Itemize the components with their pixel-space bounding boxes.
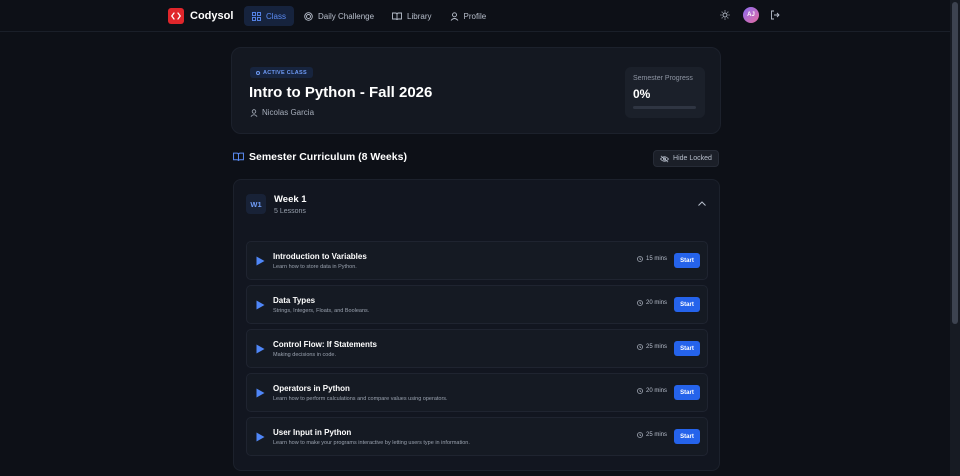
lesson-description: Learn how to make your programs interact… xyxy=(273,440,470,446)
duration-text: 15 mins xyxy=(645,256,667,262)
nav-label: Class xyxy=(266,11,287,21)
lesson-item[interactable]: Control Flow: If Statements Making decis… xyxy=(246,329,708,368)
nav-item-library[interactable]: Library xyxy=(384,6,439,26)
week-lesson-count: 5 Lessons xyxy=(274,208,306,215)
instructor-name: Nicolas Garcia xyxy=(262,108,315,117)
start-button[interactable]: Start xyxy=(674,297,700,312)
brand-logo[interactable]: Codysol xyxy=(168,8,233,24)
status-badge: ACTIVE CLASS xyxy=(250,67,313,78)
lesson-item[interactable]: User Input in Python Learn how to make y… xyxy=(246,417,708,456)
clock-icon xyxy=(637,256,643,262)
logout-icon[interactable] xyxy=(770,10,780,20)
lesson-item[interactable]: Data Types Strings, Integers, Floats, an… xyxy=(246,285,708,324)
eye-off-icon xyxy=(660,155,670,162)
lesson-title: Data Types xyxy=(273,296,316,305)
lesson-item[interactable]: Operators in Python Learn how to perform… xyxy=(246,373,708,412)
lesson-description: Strings, Integers, Floats, and Booleans. xyxy=(273,308,370,314)
scrollbar[interactable] xyxy=(950,0,960,476)
start-button[interactable]: Start xyxy=(674,253,700,268)
progress-label: Semester Progress xyxy=(633,75,693,82)
code-icon xyxy=(168,8,184,24)
nav-label: Library xyxy=(407,11,432,21)
lesson-duration: 25 mins xyxy=(637,432,667,438)
instructor: Nicolas Garcia xyxy=(250,108,314,117)
week-card: W1 Week 1 5 Lessons Introduction to Vari… xyxy=(233,179,720,471)
class-hero-card: ACTIVE CLASS Intro to Python - Fall 2026… xyxy=(231,47,721,134)
duration-text: 20 mins xyxy=(645,300,667,306)
play-icon xyxy=(256,300,265,310)
lesson-item[interactable]: Introduction to Variables Learn how to s… xyxy=(246,241,708,280)
play-icon xyxy=(256,432,265,442)
top-actions: AJ xyxy=(720,7,780,23)
clock-icon xyxy=(637,344,643,350)
clock-icon xyxy=(637,300,643,306)
duration-text: 25 mins xyxy=(645,432,667,438)
lesson-duration: 15 mins xyxy=(637,256,667,262)
start-button[interactable]: Start xyxy=(674,385,700,400)
week-title: Week 1 xyxy=(274,194,307,205)
lesson-title: Introduction to Variables xyxy=(273,252,367,261)
hide-locked-button[interactable]: Hide Locked xyxy=(653,150,719,167)
lesson-list: Introduction to Variables Learn how to s… xyxy=(246,241,708,461)
curriculum-heading: Semester Curriculum (8 Weeks) xyxy=(233,151,407,163)
badge-label: ACTIVE CLASS xyxy=(263,69,307,76)
user-icon xyxy=(250,108,258,117)
play-icon xyxy=(256,256,265,266)
lesson-description: Making decisions in code. xyxy=(273,352,336,358)
book-icon xyxy=(392,12,402,20)
avatar[interactable]: AJ xyxy=(743,7,759,23)
lesson-description: Learn how to perform calculations and co… xyxy=(273,396,448,402)
main-nav: Class Daily Challenge Library Profile xyxy=(244,6,496,26)
user-icon xyxy=(450,11,458,21)
week-badge: W1 xyxy=(246,194,266,214)
progress-value: 0% xyxy=(633,87,651,101)
book-open-icon xyxy=(233,152,244,161)
semester-progress-card: Semester Progress 0% xyxy=(625,67,705,118)
lesson-title: User Input in Python xyxy=(273,428,352,437)
lesson-description: Learn how to store data in Python. xyxy=(273,264,357,270)
clock-icon xyxy=(637,388,643,394)
grid-icon xyxy=(252,11,261,21)
duration-text: 20 mins xyxy=(645,388,667,394)
play-icon xyxy=(256,388,265,398)
brand-name: Codysol xyxy=(190,10,234,22)
dot-icon xyxy=(256,70,260,75)
curriculum-title: Semester Curriculum (8 Weeks) xyxy=(249,151,407,163)
start-button[interactable]: Start xyxy=(674,429,700,444)
page-title: Intro to Python - Fall 2026 xyxy=(249,84,433,101)
top-navbar: Codysol Class Daily Challenge Library Pr… xyxy=(0,0,950,32)
lesson-title: Operators in Python xyxy=(273,384,350,393)
progress-bar xyxy=(633,106,696,109)
start-button[interactable]: Start xyxy=(674,341,700,356)
target-icon xyxy=(304,11,313,21)
lesson-title: Control Flow: If Statements xyxy=(273,340,377,349)
sun-icon[interactable] xyxy=(720,10,730,20)
lesson-duration: 20 mins xyxy=(637,388,667,394)
nav-item-class[interactable]: Class xyxy=(244,6,295,26)
chevron-up-icon[interactable] xyxy=(697,200,707,207)
scrollbar-thumb[interactable] xyxy=(952,2,958,324)
lesson-duration: 20 mins xyxy=(637,300,667,306)
nav-label: Profile xyxy=(463,11,487,21)
hide-locked-label: Hide Locked xyxy=(673,155,712,162)
nav-label: Daily Challenge xyxy=(318,11,375,21)
clock-icon xyxy=(637,432,643,438)
nav-item-daily-challenge[interactable]: Daily Challenge xyxy=(296,6,382,26)
play-icon xyxy=(256,344,265,354)
lesson-duration: 25 mins xyxy=(637,344,667,350)
duration-text: 25 mins xyxy=(645,344,667,350)
nav-item-profile[interactable]: Profile xyxy=(442,6,495,26)
